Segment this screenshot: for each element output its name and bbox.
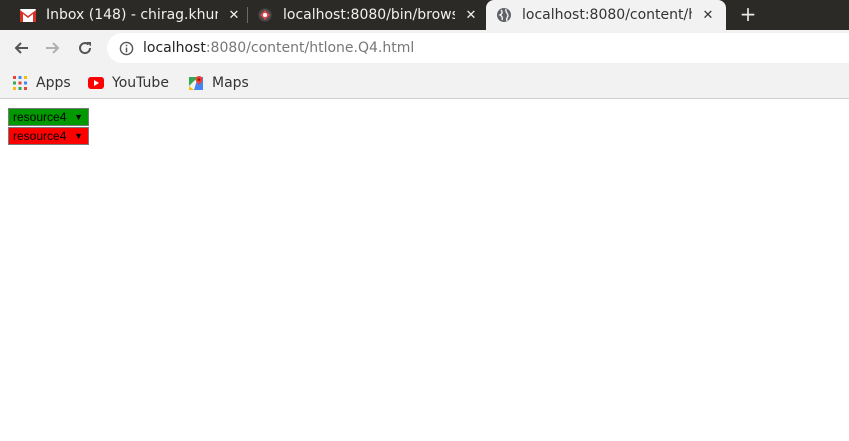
aem-icon [257, 7, 273, 23]
url-text: localhost:8080/content/htlone.Q4.html [143, 40, 414, 56]
new-tab-button[interactable]: + [737, 3, 759, 25]
reload-button[interactable] [73, 36, 97, 60]
tab-crx-browser[interactable]: localhost:8080/bin/brows ✕ [257, 0, 479, 30]
url-path: :8080/content/htlone.Q4.html [205, 40, 415, 56]
forward-button[interactable] [41, 36, 65, 60]
page-content: resource4 ▼ resource4 ▼ [0, 100, 849, 441]
resource-select-red[interactable]: resource4 ▼ [8, 127, 89, 145]
globe-icon [496, 7, 512, 23]
youtube-icon [88, 75, 104, 91]
close-icon[interactable]: ✕ [226, 7, 242, 23]
bookmark-maps[interactable]: Maps [188, 72, 249, 94]
info-icon[interactable] [118, 40, 134, 56]
dropdown-arrow-icon: ▼ [74, 112, 83, 122]
url-host: localhost [143, 40, 206, 56]
dropdown-arrow-icon: ▼ [74, 131, 83, 141]
back-button[interactable] [9, 36, 33, 60]
bookmark-label: Apps [36, 75, 71, 91]
back-arrow-icon [14, 42, 28, 54]
reload-icon [79, 42, 92, 55]
bookmark-label: Maps [212, 75, 249, 91]
close-icon[interactable]: ✕ [700, 7, 716, 23]
tab-title: Inbox (148) - chirag.khura [46, 7, 218, 23]
bookmark-apps[interactable]: Apps [12, 72, 71, 94]
address-bar[interactable]: localhost:8080/content/htlone.Q4.html [107, 33, 849, 63]
bookmark-label: YouTube [112, 75, 169, 91]
resource-select-green[interactable]: resource4 ▼ [8, 108, 89, 126]
tab-separator [247, 7, 248, 23]
tab-title: localhost:8080/bin/brows [283, 7, 455, 23]
apps-grid-icon [12, 75, 28, 91]
tab-gmail-inbox[interactable]: Inbox (148) - chirag.khura ✕ [20, 0, 242, 30]
select-value: resource4 [13, 129, 67, 143]
tab-htlone-q4[interactable]: localhost:8080/content/ht ✕ [486, 0, 726, 30]
browser-toolbar: localhost:8080/content/htlone.Q4.html [0, 30, 849, 66]
bookmarks-bar: Apps YouTube Maps [0, 66, 849, 99]
select-value: resource4 [13, 110, 67, 124]
gmail-icon [20, 7, 36, 23]
tab-title: localhost:8080/content/ht [522, 7, 692, 23]
maps-icon [188, 75, 204, 91]
close-icon[interactable]: ✕ [463, 7, 479, 23]
forward-arrow-icon [46, 42, 60, 54]
bookmark-youtube[interactable]: YouTube [88, 72, 169, 94]
tab-strip: Inbox (148) - chirag.khura ✕ localhost:8… [0, 0, 849, 30]
